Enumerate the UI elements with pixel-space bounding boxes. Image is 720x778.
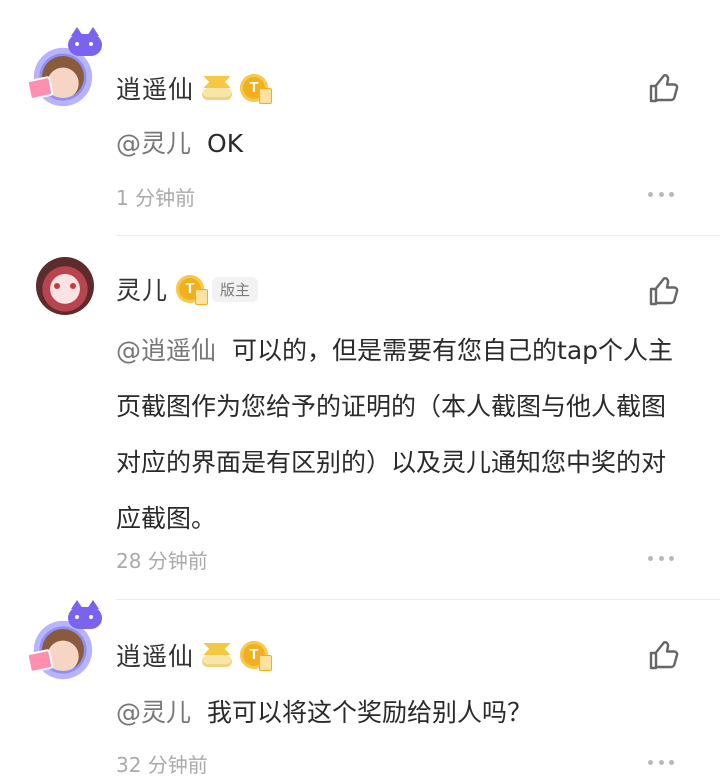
username[interactable]: 逍遥仙 <box>116 637 194 673</box>
name-row: 逍遥仙 T <box>116 70 273 106</box>
username[interactable]: 灵儿 <box>116 271 168 307</box>
comment-item: 灵儿 T 版主 @逍遥仙 可以的，但是需要有您自己的tap个人主页截图作为您给予的… <box>0 255 720 600</box>
moderator-badge: 版主 <box>212 276 259 302</box>
divider <box>116 235 720 236</box>
crown-icon <box>202 643 233 667</box>
avatar[interactable] <box>36 257 94 315</box>
name-row: 灵儿 T 版主 <box>116 271 259 307</box>
divider <box>116 599 720 600</box>
thumbs-up-icon[interactable] <box>646 72 680 106</box>
comment-text: @灵儿 我可以将这个奖励给别人吗？ <box>116 689 676 737</box>
more-horizontal-icon[interactable] <box>648 189 674 199</box>
comment-item: 逍遥仙 T @灵儿 我可以将这个奖励给别人吗？ 32 分钟前 <box>0 600 720 777</box>
comment-body: 我可以将这个奖励给别人吗？ <box>207 698 533 727</box>
comment-body: OK <box>207 129 244 158</box>
coin-icon: T <box>176 275 209 305</box>
name-row: 逍遥仙 T <box>116 637 273 673</box>
more-horizontal-icon[interactable] <box>648 757 674 767</box>
more-horizontal-icon[interactable] <box>648 553 674 563</box>
timestamp: 1 分钟前 <box>116 186 196 210</box>
avatar[interactable] <box>26 600 102 683</box>
comment-text: @灵儿 OK <box>116 120 676 168</box>
coin-icon: T <box>240 74 273 104</box>
mention-link[interactable]: @逍遥仙 <box>116 336 216 365</box>
thumbs-up-icon[interactable] <box>646 275 680 309</box>
coin-icon: T <box>240 641 273 671</box>
comment-text: @逍遥仙 可以的，但是需要有您自己的tap个人主页截图作为您给予的证明的（本人截图… <box>116 323 676 547</box>
avatar[interactable] <box>26 27 102 110</box>
comment-body: 可以的，但是需要有您自己的tap个人主页截图作为您给予的证明的（本人截图与他人截… <box>116 336 674 533</box>
username[interactable]: 逍遥仙 <box>116 70 194 106</box>
timestamp: 32 分钟前 <box>116 753 208 777</box>
comment-item: 逍遥仙 T @灵儿 OK 1 分钟前 <box>0 27 720 240</box>
mention-link[interactable]: @灵儿 <box>116 129 191 158</box>
mention-link[interactable]: @灵儿 <box>116 698 191 727</box>
timestamp: 28 分钟前 <box>116 549 208 573</box>
crown-icon <box>202 76 233 100</box>
thumbs-up-icon[interactable] <box>646 639 680 673</box>
